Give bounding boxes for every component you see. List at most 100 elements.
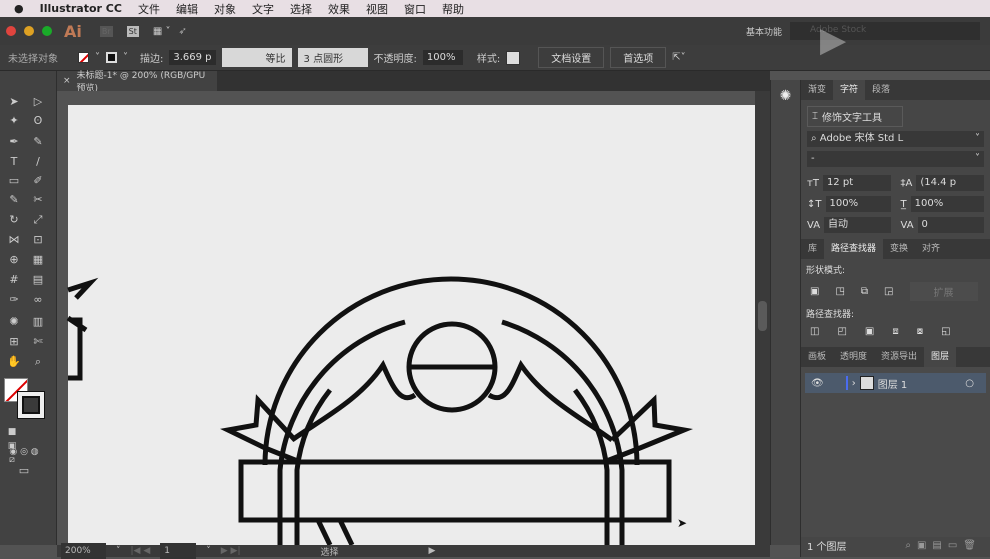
next-artboard-icons[interactable]: ▶ ▶|	[221, 546, 241, 556]
touch-type-button[interactable]: ⌶ 修饰文字工具	[807, 106, 903, 127]
unite-icon[interactable]: ▣	[810, 286, 819, 297]
type-tool-icon[interactable]: T	[6, 155, 22, 169]
stock-search-input[interactable]: Adobe Stock	[790, 22, 980, 40]
menu-edit[interactable]: 编辑	[176, 1, 198, 17]
free-transform-icon[interactable]: ⊡	[30, 233, 46, 247]
intersect-icon[interactable]: ⧉	[861, 286, 868, 297]
tracking-input[interactable]: 0	[917, 217, 984, 233]
menu-app[interactable]: Illustrator CC	[40, 2, 122, 15]
hand-tool-icon[interactable]: ✋	[6, 355, 22, 369]
expand-layer-icon[interactable]: ›	[852, 378, 856, 389]
document-tab[interactable]: × 未标题-1* @ 200% (RGB/GPU 预览)	[57, 71, 217, 94]
artboard-tool-icon[interactable]: ⊞	[6, 335, 22, 349]
status-menu-icon[interactable]: ▶	[429, 546, 436, 556]
minimize-window-button[interactable]	[24, 26, 34, 36]
leading-input[interactable]: (14.4 p	[916, 175, 984, 191]
graph-tool-icon[interactable]: ▥	[30, 315, 46, 329]
line-tool-icon[interactable]: /	[30, 155, 46, 169]
color-mode-icons[interactable]: ■ ▣ ⧄	[4, 425, 20, 465]
fill-swatch[interactable]	[78, 52, 89, 63]
tab-paragraph[interactable]: 段落	[865, 80, 897, 100]
eyedropper-icon[interactable]: ✑	[6, 293, 22, 307]
brush-definition[interactable]: 3 点圆形	[297, 48, 368, 67]
document-setup-button[interactable]: 文档设置	[538, 47, 605, 68]
graphic-style-swatch[interactable]	[506, 50, 521, 65]
stock-button[interactable]: St	[126, 25, 139, 37]
stroke-weight-input[interactable]: 3.669 p	[169, 50, 216, 65]
tab-asset-export[interactable]: 资源导出	[874, 347, 924, 367]
font-style-select[interactable]: - ˅	[807, 151, 984, 167]
width-tool-icon[interactable]: ⋈	[6, 233, 22, 247]
canvas-area[interactable]: ➤	[57, 91, 755, 545]
expand-button[interactable]: 扩展	[909, 282, 978, 301]
prev-artboard-icons[interactable]: |◀ ◀	[131, 546, 151, 556]
shape-builder-icon[interactable]: ⊕	[6, 253, 22, 267]
zoom-window-button[interactable]	[42, 26, 52, 36]
tab-character[interactable]: 字符	[833, 80, 866, 100]
crop-icon[interactable]: ⧈	[892, 326, 898, 337]
stroke-swatch[interactable]	[106, 52, 117, 63]
visibility-eye-icon[interactable]: 👁	[811, 378, 824, 389]
paintbrush-icon[interactable]: ✐	[30, 174, 46, 188]
horizontal-scale-input[interactable]: 100%	[910, 196, 984, 212]
scissors-icon[interactable]: ✂	[30, 193, 46, 207]
curvature-tool-icon[interactable]: ✎	[30, 135, 46, 149]
layer-name[interactable]: 图层 1	[878, 376, 908, 391]
draw-mode-icons[interactable]: ◉ ◎ ◍	[4, 445, 44, 459]
screen-mode-icon[interactable]: ▭	[16, 464, 32, 478]
preferences-button[interactable]: 首选项	[610, 47, 667, 68]
opacity-input[interactable]: 100%	[422, 50, 463, 65]
minus-back-icon[interactable]: ◱	[941, 326, 950, 337]
shaper-tool-icon[interactable]: ✎	[6, 193, 22, 207]
tab-transparency[interactable]: 透明度	[833, 347, 874, 367]
scale-tool-icon[interactable]: ⤢	[30, 213, 46, 227]
tab-pathfinder[interactable]: 路径查找器	[824, 239, 884, 259]
selection-tool-icon[interactable]: ➤	[6, 95, 22, 109]
stroke-color-box[interactable]	[17, 391, 45, 419]
close-window-button[interactable]	[6, 26, 16, 36]
minus-front-icon[interactable]: ◳	[835, 286, 844, 297]
vertical-scrollbar[interactable]	[755, 91, 770, 545]
layer-action-icons[interactable]: ⌕▣▤▭🗑	[905, 540, 982, 551]
transform-icon[interactable]: ⇱˅	[672, 52, 685, 63]
layer-target-icon[interactable]: ○	[965, 378, 974, 389]
kerning-input[interactable]: 自动	[824, 217, 891, 233]
tab-layers[interactable]: 图层	[924, 347, 957, 367]
slice-tool-icon[interactable]: ✄	[30, 335, 46, 349]
rectangle-tool-icon[interactable]: ▭	[6, 174, 22, 188]
tab-transform[interactable]: 变换	[883, 239, 915, 259]
tab-artboards[interactable]: 画板	[801, 347, 833, 367]
bridge-button[interactable]: Br	[99, 25, 113, 37]
menu-type[interactable]: 文字	[252, 1, 274, 17]
divide-icon[interactable]: ◫	[810, 326, 819, 337]
tab-align[interactable]: 对齐	[915, 239, 947, 259]
menu-file[interactable]: 文件	[138, 1, 160, 17]
merge-icon[interactable]: ▣	[865, 326, 874, 337]
direct-selection-tool-icon[interactable]: ▷	[30, 95, 46, 109]
menu-object[interactable]: 对象	[214, 1, 236, 17]
close-tab-icon[interactable]: ×	[63, 76, 71, 86]
menu-effect[interactable]: 效果	[328, 1, 350, 17]
menu-help[interactable]: 帮助	[442, 1, 464, 17]
variable-width-profile[interactable]: 等比	[221, 48, 292, 67]
badge-artwork[interactable]	[57, 91, 755, 545]
color-guide-icon[interactable]: ✺	[771, 88, 800, 104]
gradient-tool-icon[interactable]: ▤	[30, 273, 46, 287]
outline-icon[interactable]: ⧇	[917, 326, 923, 337]
menu-select[interactable]: 选择	[290, 1, 312, 17]
exclude-icon[interactable]: ◲	[884, 286, 893, 297]
vertical-scale-input[interactable]: 100%	[825, 196, 891, 212]
symbol-sprayer-icon[interactable]: ✺	[6, 315, 22, 329]
mesh-tool-icon[interactable]: #	[6, 273, 22, 287]
apple-icon[interactable]: ●	[14, 2, 24, 15]
menu-window[interactable]: 窗口	[404, 1, 426, 17]
magic-wand-icon[interactable]: ✦	[6, 114, 22, 128]
workspace-switcher[interactable]: 基本功能	[746, 25, 782, 38]
lasso-icon[interactable]: ʘ	[30, 114, 46, 128]
menu-view[interactable]: 视图	[366, 1, 388, 17]
tab-gradient[interactable]: 渐变	[801, 80, 833, 100]
gpu-performance-icon[interactable]: ➶	[179, 26, 187, 37]
arrange-documents-icon[interactable]: ▦ ˅	[153, 26, 171, 37]
layer-row[interactable]: 👁 › 图层 1 ○	[805, 373, 986, 393]
scroll-thumb[interactable]	[758, 301, 767, 331]
